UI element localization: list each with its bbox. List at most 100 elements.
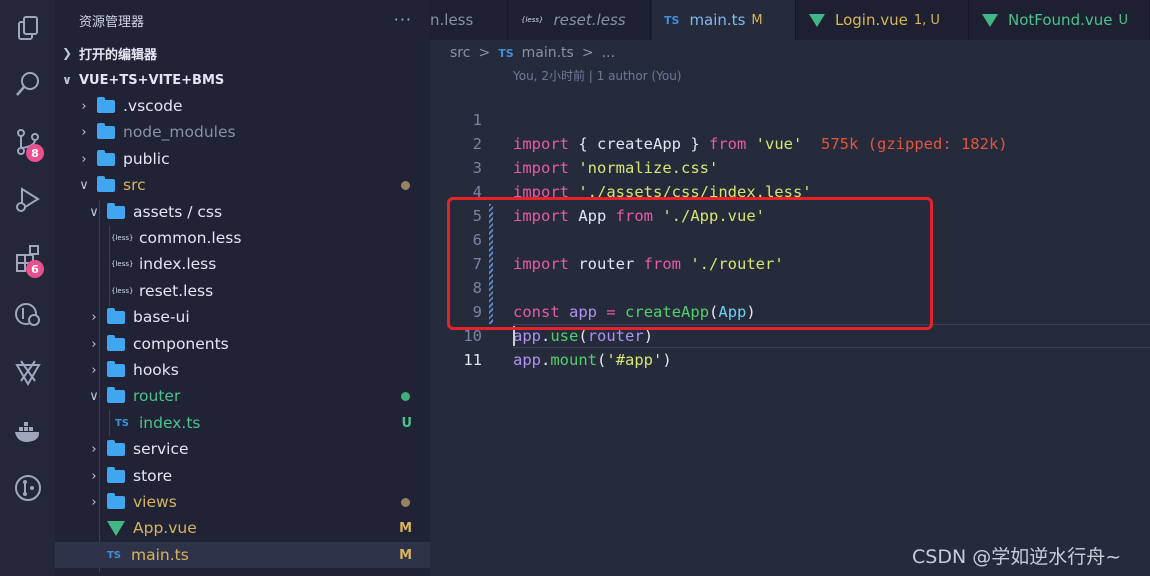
project-section[interactable]: ∨ VUE+TS+VITE+BMS [55, 67, 430, 93]
breadcrumb-separator: > [581, 45, 594, 61]
tree-file-main-ts[interactable]: TS main.ts M [55, 542, 430, 569]
breadcrumb-folder[interactable]: src [450, 45, 470, 61]
tree-label: index.less [139, 255, 217, 274]
breadcrumb-file[interactable]: main.ts [522, 45, 574, 61]
modified-status: M [399, 547, 412, 563]
tab-label: n.less [430, 11, 474, 29]
tab-label: NotFound.vue [1008, 11, 1113, 29]
tab-notfound-vue[interactable]: NotFound.vue U [970, 0, 1150, 40]
tab-reset-less[interactable]: {less} reset.less [509, 0, 651, 40]
tree-folder-vscode[interactable]: › .vscode [55, 93, 430, 119]
gitlens-icon[interactable] [0, 460, 55, 516]
remote-icon[interactable] [0, 286, 55, 342]
breadcrumb: src > TS main.ts > ... [450, 43, 623, 63]
tree-folder-views[interactable]: › views [55, 489, 430, 515]
tree-folder-store[interactable]: › store [55, 463, 430, 489]
line-text: app.mount('#app') [513, 351, 672, 369]
project-label: VUE+TS+VITE+BMS [79, 72, 225, 88]
tree-folder-base-ui[interactable]: › base-ui [55, 304, 430, 330]
code-line: 1 import { createApp } from 'vue' 575k (… [430, 84, 1150, 153]
tab-index-less[interactable]: n.less [430, 0, 508, 40]
tree-label: router [133, 387, 181, 406]
untracked-status: U [401, 415, 412, 431]
more-actions-button[interactable]: ··· [394, 10, 412, 29]
tree-label: common.less [139, 229, 242, 248]
tab-status: 1, U [913, 12, 940, 28]
folder-icon [107, 307, 125, 324]
tree-folder-assets-css[interactable]: ∨ assets / css [55, 199, 430, 225]
docker-icon[interactable] [0, 404, 55, 460]
ts-file-icon: TS [106, 549, 122, 561]
modified-dot [401, 497, 410, 507]
git-graph-icon[interactable] [0, 344, 55, 400]
chevron-right-icon: › [81, 124, 87, 140]
tree-label: main.ts [131, 546, 189, 565]
open-editors-section[interactable]: ❯ 打开的编辑器 [55, 40, 430, 66]
chevron-down-icon: ∨ [79, 177, 89, 193]
chevron-right-icon: › [81, 151, 87, 167]
chevron-right-icon: › [91, 336, 97, 352]
ts-file-icon: TS [664, 13, 680, 27]
modified-dot [401, 180, 410, 190]
untracked-dot [401, 391, 410, 401]
tree-folder-components[interactable]: › components [55, 331, 430, 357]
explorer-title: 资源管理器 [79, 14, 145, 30]
highlight-annotation-box [447, 197, 933, 330]
tree-file-router-index-ts[interactable]: TS index.ts U [55, 410, 430, 436]
ts-file-icon: TS [114, 417, 130, 429]
tree-file-reset-less[interactable]: {less} reset.less [55, 278, 430, 304]
folder-icon [97, 122, 115, 139]
tree-label: service [133, 440, 189, 459]
tree-label: public [123, 150, 170, 169]
tree-folder-src[interactable]: ∨ src [55, 172, 430, 198]
folder-open-icon [107, 386, 125, 403]
tree-label: assets / css [133, 203, 223, 222]
files-icon[interactable] [0, 0, 55, 56]
chevron-right-icon: ❯ [61, 46, 73, 60]
code-line: 3 import './assets/css/index.less' [430, 132, 1150, 201]
tree-label: .vscode [123, 97, 183, 116]
tree-label: node_modules [123, 123, 236, 142]
tree-folder-node-modules[interactable]: › node_modules [55, 119, 430, 145]
folder-icon [97, 96, 115, 113]
tree-label: components [133, 335, 229, 354]
chevron-down-icon: ∨ [62, 73, 72, 87]
folder-icon [107, 439, 125, 456]
tree-folder-service[interactable]: › service [55, 436, 430, 462]
folder-icon [97, 149, 115, 166]
folder-icon [107, 334, 125, 351]
extensions-icon[interactable]: 6 [0, 230, 55, 286]
tab-main-ts[interactable]: TS main.ts M [652, 0, 796, 40]
gitlens-blame[interactable]: You, 2小时前 | 1 author (You) [513, 67, 681, 84]
vue-file-icon [809, 13, 825, 27]
extensions-badge: 6 [26, 260, 44, 278]
source-control-icon[interactable]: 8 [0, 114, 55, 170]
tab-status: U [1118, 12, 1128, 28]
tab-label: main.ts [689, 11, 746, 29]
tree-label: views [133, 493, 177, 512]
search-icon[interactable] [0, 56, 55, 112]
breadcrumb-separator: > [478, 45, 491, 61]
chevron-down-icon: ∨ [89, 388, 99, 404]
line-number: 11 [463, 351, 482, 369]
tree-folder-hooks[interactable]: › hooks [55, 357, 430, 383]
debug-icon[interactable] [0, 172, 55, 228]
tree-folder-public[interactable]: › public [55, 146, 430, 172]
tree-file-common-less[interactable]: {less} common.less [55, 225, 430, 251]
less-file-icon: {less} [521, 16, 544, 24]
tree-file-index-less[interactable]: {less} index.less [55, 251, 430, 277]
breadcrumb-tail[interactable]: ... [602, 45, 615, 61]
tree-folder-router[interactable]: ∨ router [55, 383, 430, 409]
chevron-right-icon: › [81, 98, 87, 114]
tab-status: M [751, 12, 763, 28]
vue-file-icon [982, 13, 998, 27]
chevron-right-icon: › [91, 468, 97, 484]
less-file-icon: {less} [111, 287, 134, 296]
folder-icon [107, 360, 125, 377]
code-line: 4 import App from './App.vue' [430, 156, 1150, 225]
folder-icon [107, 492, 125, 509]
tree-file-app-vue[interactable]: App.vue M [55, 515, 430, 541]
tab-login-vue[interactable]: Login.vue 1, U [797, 0, 969, 40]
chevron-right-icon: › [91, 309, 97, 325]
open-editors-label: 打开的编辑器 [79, 47, 158, 63]
